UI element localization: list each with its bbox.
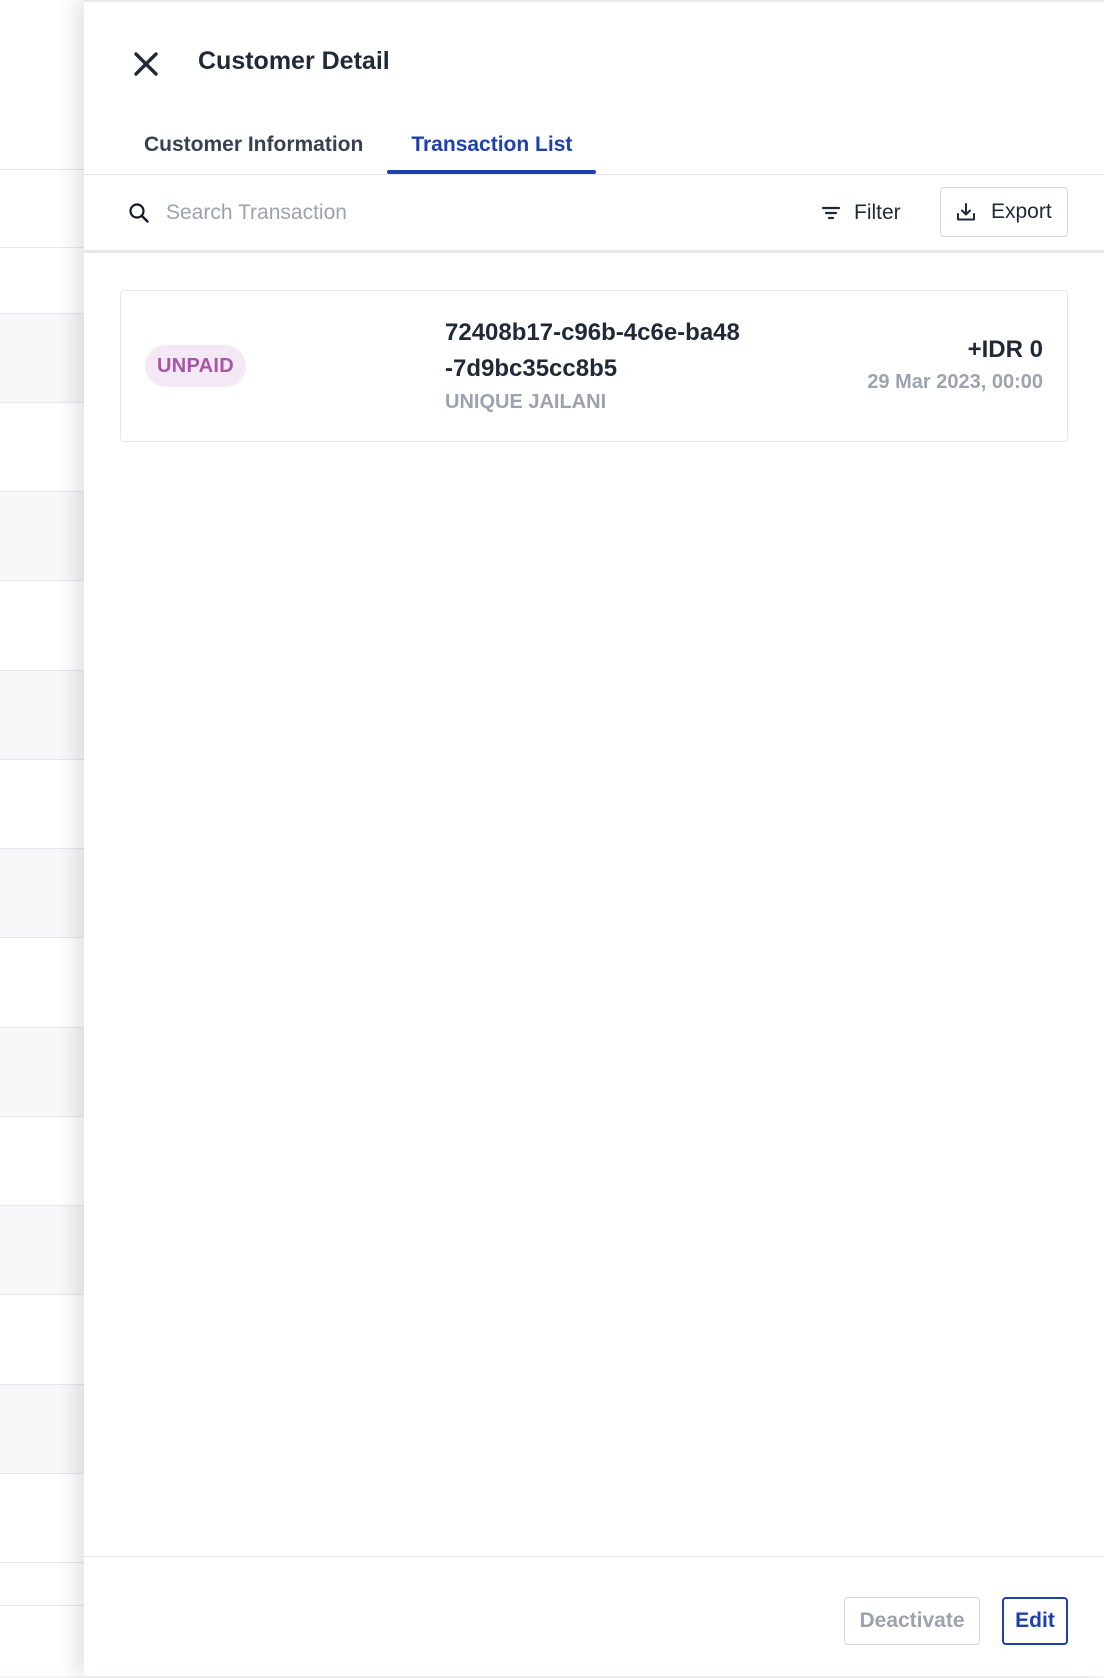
filter-button[interactable]: Filter xyxy=(820,191,901,235)
transaction-toolbar: Filter Export xyxy=(84,175,1104,253)
export-label: Export xyxy=(991,200,1052,223)
drawer-header: Customer Detail xyxy=(84,2,1104,112)
edit-button[interactable]: Edit xyxy=(1002,1597,1068,1645)
tab-customer-information[interactable]: Customer Information xyxy=(120,120,387,174)
close-icon xyxy=(128,46,164,82)
transaction-date: 29 Mar 2023, 00:00 xyxy=(867,371,1043,393)
drawer-title: Customer Detail xyxy=(198,47,390,75)
filter-icon xyxy=(820,202,854,224)
transaction-id: 72408b17-c96b-4c6e-ba48-7d9bc35cc8b5 xyxy=(445,319,740,382)
close-button[interactable] xyxy=(128,46,164,82)
customer-detail-drawer: Customer Detail Customer Information Tra… xyxy=(84,0,1104,1676)
tab-bar: Customer Information Transaction List xyxy=(120,120,597,174)
search-icon xyxy=(128,202,150,224)
search-input[interactable] xyxy=(164,200,684,226)
drawer-footer: Deactivate Edit xyxy=(84,1556,1104,1678)
download-icon xyxy=(955,201,991,223)
deactivate-button[interactable]: Deactivate xyxy=(844,1597,980,1645)
search-box xyxy=(128,193,728,233)
tab-transaction-list[interactable]: Transaction List xyxy=(387,120,597,174)
transaction-amount: +IDR 0 xyxy=(967,336,1043,363)
filter-label: Filter xyxy=(854,201,901,224)
export-button[interactable]: Export xyxy=(940,187,1068,237)
transaction-customer-name: UNIQUE JAILANI xyxy=(445,391,607,413)
transaction-list-item[interactable]: UNPAID 72408b17-c96b-4c6e-ba48-7d9bc35cc… xyxy=(120,290,1068,442)
status-badge: UNPAID xyxy=(145,345,246,387)
